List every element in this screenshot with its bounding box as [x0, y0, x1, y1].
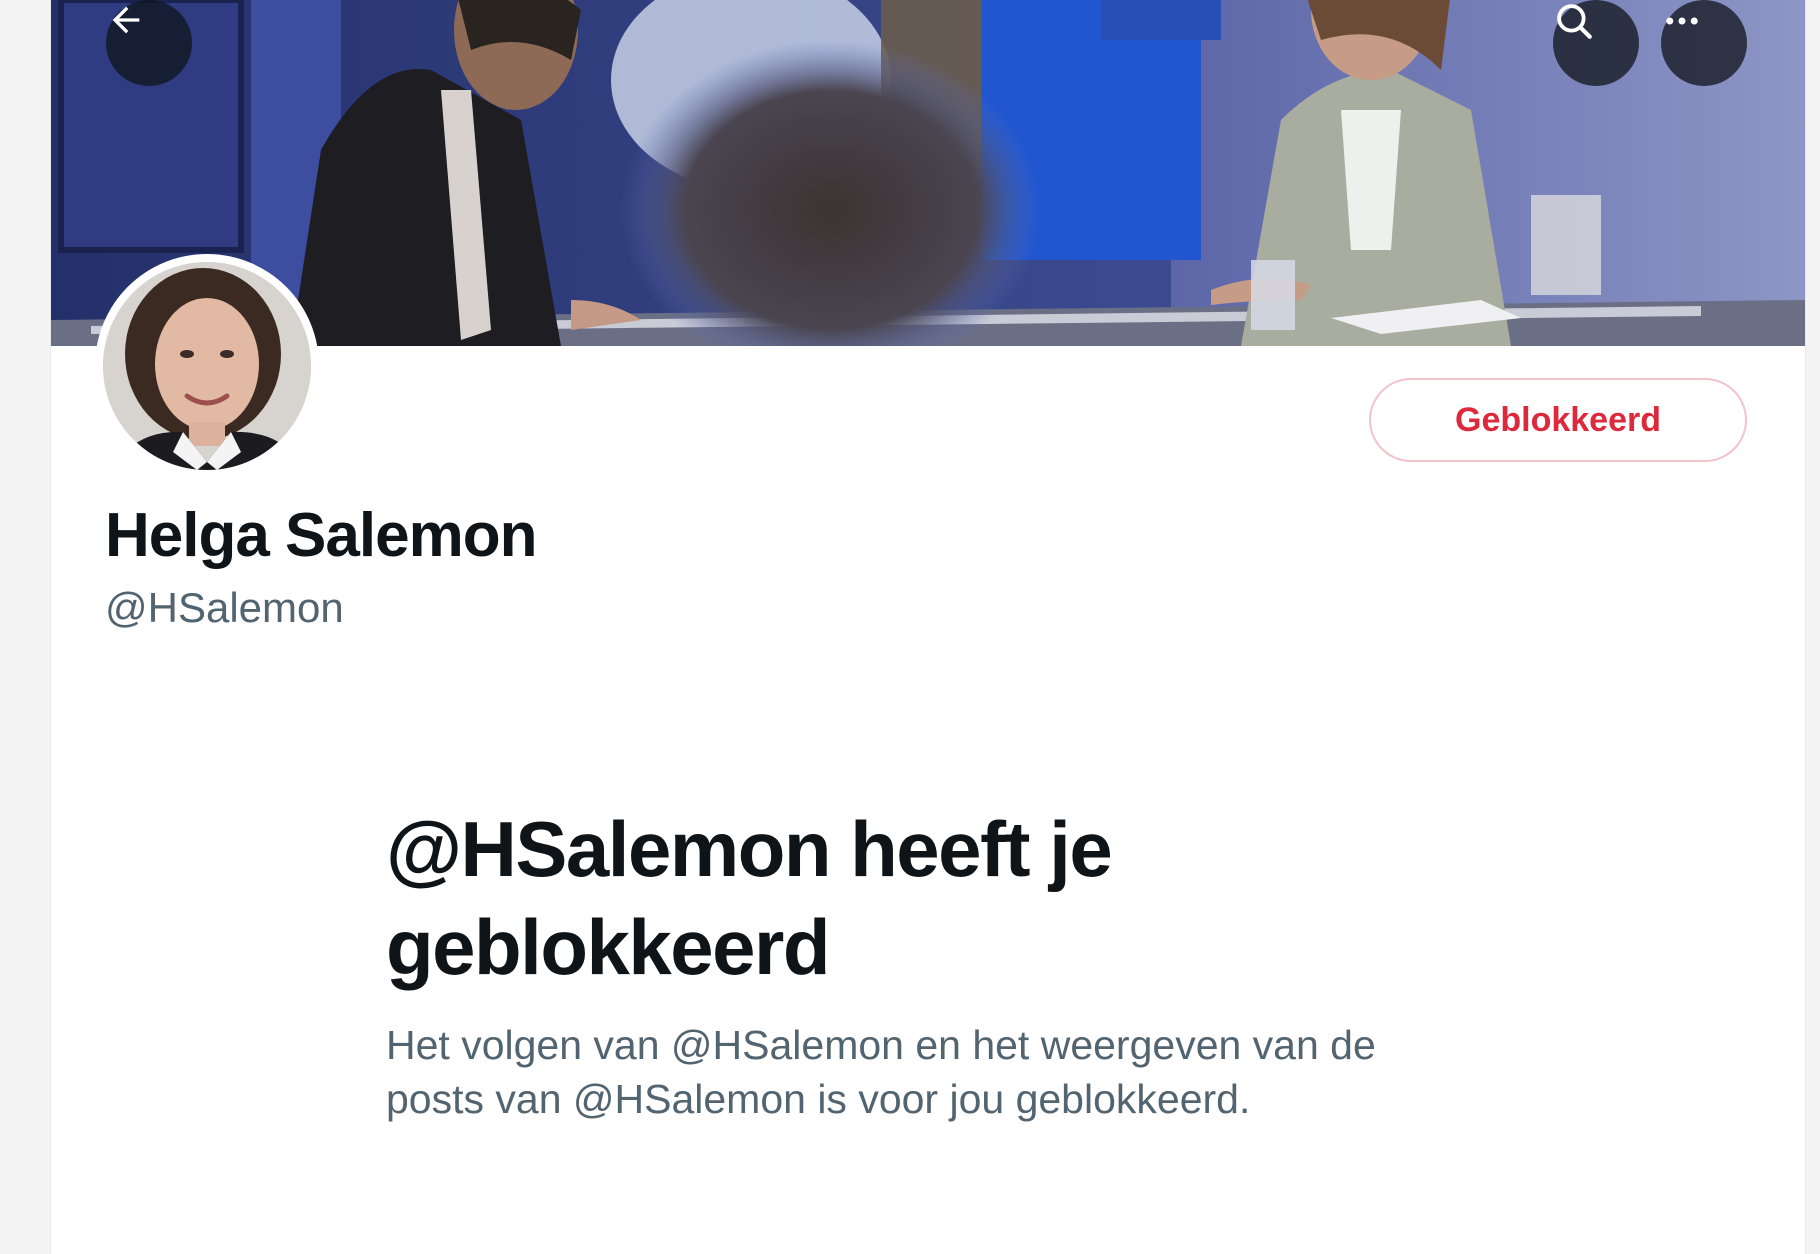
search-button[interactable]	[1553, 0, 1639, 86]
back-button[interactable]	[106, 0, 192, 86]
avatar-image	[103, 262, 311, 470]
avatar[interactable]	[95, 254, 319, 478]
banner-image	[51, 0, 1805, 346]
search-icon	[1557, 4, 1592, 39]
blocked-notice-description: Het volgen van @HSalemon en het weergeve…	[386, 1022, 1376, 1122]
profile-banner[interactable]	[51, 0, 1805, 346]
more-options-button[interactable]	[1661, 0, 1747, 86]
profile-page: Geblokkeerd Helga Salemon @HSalemon @HSa…	[50, 0, 1806, 1254]
arrow-left-icon	[112, 6, 140, 34]
display-name: Helga Salemon	[105, 501, 537, 570]
more-horizontal-icon	[1666, 17, 1698, 25]
blocked-button[interactable]: Geblokkeerd	[1369, 378, 1747, 462]
user-handle: @HSalemon	[105, 584, 344, 631]
blocked-notice-title: @HSalemon heeft je geblokkeerd	[386, 805, 1113, 991]
